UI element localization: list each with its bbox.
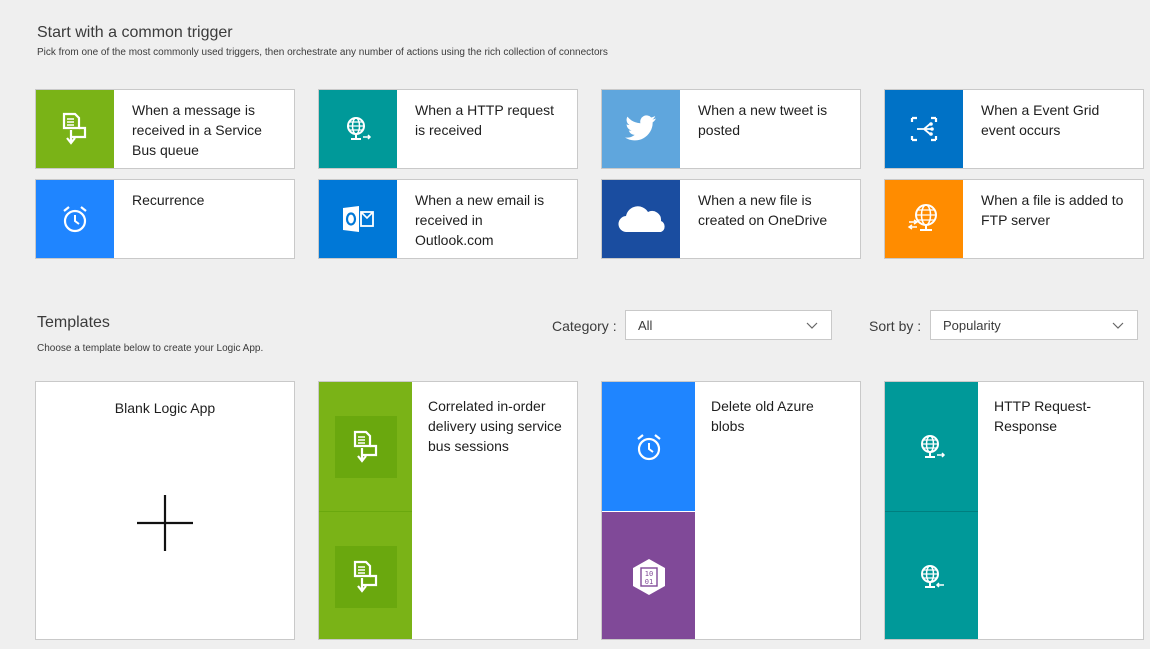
triggers-title: Start with a common trigger [37, 24, 233, 41]
alarm-clock-icon [63, 206, 87, 233]
trigger-label: When a Event Grid event occurs [981, 102, 1100, 138]
trigger-http-request[interactable]: When a HTTP request is received [318, 89, 578, 169]
templates-subtitle: Choose a template below to create your L… [37, 343, 264, 354]
category-dropdown[interactable]: All [625, 310, 832, 340]
trigger-service-bus[interactable]: When a message is received in a Service … [35, 89, 295, 169]
template-label: Delete old Azure blobs [711, 398, 814, 434]
service-bus-icon [353, 430, 377, 463]
service-bus-icon [62, 112, 87, 145]
trigger-outlook[interactable]: When a new email is received in Outlook.… [318, 179, 578, 259]
trigger-onedrive[interactable]: When a new file is created on OneDrive [601, 179, 861, 259]
svg-text:01: 01 [644, 578, 652, 586]
svg-text:10: 10 [644, 570, 652, 578]
trigger-label: When a new file is created on OneDrive [698, 192, 828, 228]
template-label: HTTP Request-Response [994, 398, 1091, 434]
chevron-down-icon [1112, 322, 1124, 329]
sort-label: Sort by : [869, 318, 922, 334]
event-grid-icon [910, 116, 938, 142]
http-response-icon [920, 564, 944, 588]
ftp-icon [907, 204, 937, 231]
trigger-ftp[interactable]: When a file is added to FTP server [884, 179, 1144, 259]
trigger-label: When a message is received in a Service … [132, 102, 262, 158]
sort-value: Popularity [943, 317, 1001, 333]
template-blank-logic-app[interactable]: Blank Logic App [35, 381, 295, 640]
service-bus-icon [353, 560, 377, 593]
http-request-icon [347, 117, 372, 140]
template-label: Correlated in-order delivery using servi… [428, 398, 562, 454]
outlook-icon [343, 206, 374, 232]
trigger-twitter[interactable]: When a new tweet is posted [601, 89, 861, 169]
templates-title: Templates [37, 314, 110, 331]
trigger-event-grid[interactable]: When a Event Grid event occurs [884, 89, 1144, 169]
blob-storage-icon: 10 01 [632, 558, 665, 595]
alarm-clock-icon [636, 433, 661, 460]
trigger-label: When a file is added to FTP server [981, 192, 1124, 228]
http-request-icon [920, 434, 945, 458]
template-label: Blank Logic App [114, 400, 216, 416]
twitter-icon [625, 115, 656, 141]
trigger-label: When a HTTP request is received [415, 102, 555, 138]
plus-icon [137, 495, 193, 551]
template-correlated-delivery[interactable]: Correlated in-order delivery using servi… [318, 381, 578, 640]
trigger-recurrence[interactable]: Recurrence [35, 179, 295, 259]
template-delete-azure-blobs[interactable]: 10 01 Delete old Azure blobs [601, 381, 861, 640]
category-value: All [638, 317, 653, 333]
chevron-down-icon [806, 322, 818, 329]
triggers-subtitle: Pick from one of the most commonly used … [37, 47, 608, 58]
trigger-label: Recurrence [132, 192, 205, 208]
trigger-label: When a new tweet is posted [698, 102, 828, 138]
onedrive-icon [618, 206, 665, 233]
trigger-label: When a new email is received in Outlook.… [415, 192, 545, 248]
template-http-request-response[interactable]: HTTP Request-Response [884, 381, 1144, 640]
category-label: Category : [552, 318, 617, 334]
sort-dropdown[interactable]: Popularity [930, 310, 1138, 340]
